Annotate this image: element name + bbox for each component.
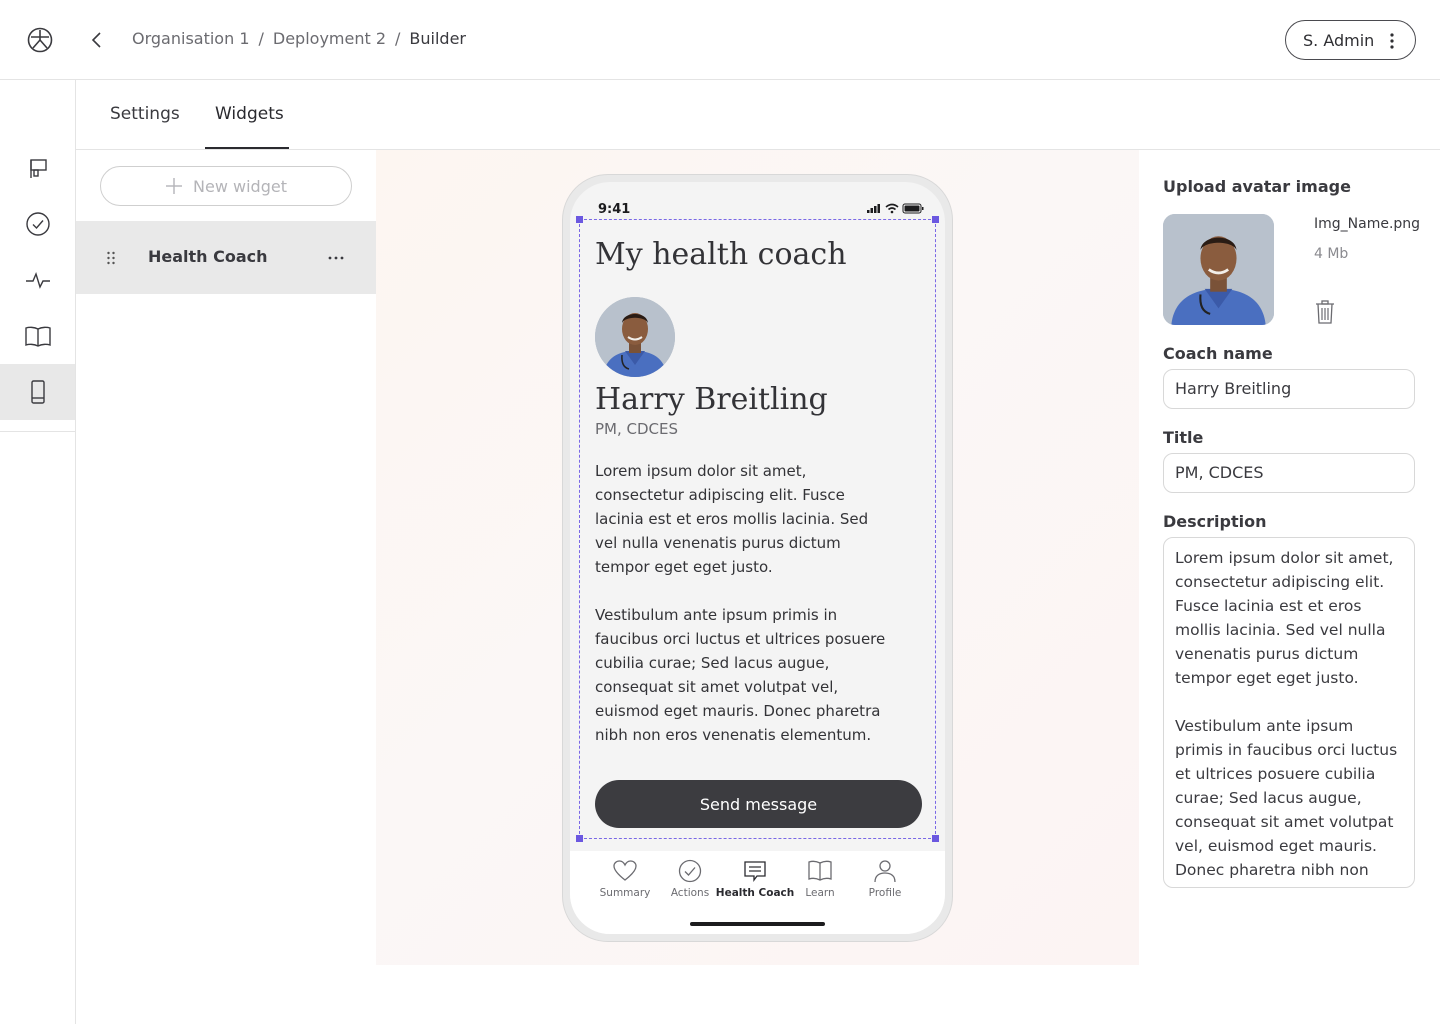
new-widget-button[interactable]: New widget [100,166,352,206]
chat-icon [744,861,766,882]
drag-handle-icon[interactable] [106,251,116,265]
mobile-phone-icon [30,380,45,404]
resize-handle[interactable] [932,216,939,223]
plus-icon [166,178,183,194]
preview-canvas: 9:41 My health coach Harry Breitling PM,… [376,150,1139,965]
breadcrumb-current: Builder [409,29,467,48]
coach-photo [1163,214,1274,325]
breadcrumb-organisation[interactable]: Organisation 1 [132,29,250,48]
phone-tab-bar: Summary Actions Health Coach Learn Profi… [570,851,945,934]
send-message-button[interactable]: Send message [595,780,922,828]
resize-handle[interactable] [576,216,583,223]
description-label: Description [1163,512,1267,531]
rail-item-app-builder[interactable] [0,364,75,420]
upload-avatar-label: Upload avatar image [1163,177,1351,196]
resize-handle[interactable] [576,835,583,842]
breadcrumb-deployment[interactable]: Deployment 2 [273,29,386,48]
nav-learn[interactable]: Learn [788,859,852,903]
nav-label: Actions [670,887,710,899]
coach-name-input[interactable]: Harry Breitling [1163,369,1415,409]
nav-summary[interactable]: Summary [593,859,657,903]
status-bar-icons [867,203,924,214]
check-circle-icon [678,859,702,883]
nav-label: Learn [805,887,835,899]
person-icon [874,860,896,883]
user-menu-button[interactable]: S. Admin [1285,20,1416,60]
top-bar: Organisation 1 / Deployment 2 / Builder … [0,0,1440,80]
rail-item-actions[interactable] [0,196,75,252]
left-rail [0,80,76,1024]
rail-item-board[interactable] [0,140,75,196]
tab-settings[interactable]: Settings [110,104,180,124]
nav-profile[interactable]: Profile [853,859,917,903]
nav-label: Summary [599,887,651,899]
nav-actions[interactable]: Actions [658,859,722,903]
new-widget-label: New widget [193,176,287,196]
nav-health-coach[interactable]: Health Coach [716,859,794,903]
status-bar-time: 9:41 [598,202,631,217]
back-arrow-icon[interactable] [86,28,108,52]
rail-item-learn[interactable] [0,308,75,364]
user-name: S. Admin [1303,30,1375,50]
check-circle-icon [25,212,50,236]
avatar-preview[interactable] [1163,214,1274,325]
kebab-menu-icon [1390,33,1394,49]
active-tab-indicator [205,147,289,149]
flag-board-icon [29,159,47,178]
coach-credentials: PM, CDCES [595,420,679,438]
widget-list-item[interactable]: Health Coach [76,221,376,294]
tab-widgets[interactable]: Widgets [215,104,284,124]
widget-item-label: Health Coach [148,247,268,266]
coach-name-label: Coach name [1163,344,1273,363]
widget-heading: My health coach [595,237,847,272]
more-options-icon[interactable] [328,256,344,260]
resize-handle[interactable] [932,835,939,842]
accessibility-logo-icon[interactable] [27,27,53,53]
title-label: Title [1163,428,1204,447]
title-input[interactable]: PM, CDCES [1163,453,1415,493]
description-textarea[interactable]: Lorem ipsum dolor sit amet, consectetur … [1163,537,1415,888]
phone-screen: 9:41 My health coach Harry Breitling PM,… [570,182,945,934]
breadcrumb: Organisation 1 / Deployment 2 / Builder [132,29,466,48]
nav-label: Profile [868,887,902,899]
book-icon [808,860,832,881]
rail-divider [0,431,75,432]
heart-icon [613,860,637,881]
phone-frame: 9:41 My health coach Harry Breitling PM,… [562,174,953,942]
rail-item-vitals[interactable] [0,252,75,308]
pulse-icon [25,271,50,289]
nav-label: Health Coach [715,887,795,899]
coach-avatar [595,297,675,377]
home-indicator [690,922,825,926]
tab-bar: Settings Widgets [76,80,1440,150]
trash-icon[interactable] [1314,300,1336,324]
book-icon [24,326,51,347]
properties-panel: Upload avatar image Img_Name.png 4 Mb Co… [1139,150,1440,1024]
breadcrumb-separator: / [258,29,264,48]
coach-description: Lorem ipsum dolor sit amet, consectetur … [595,462,886,744]
widget-list-panel: New widget Health Coach [76,150,376,1024]
breadcrumb-separator: / [395,29,401,48]
coach-name: Harry Breitling [595,382,828,417]
file-name: Img_Name.png [1314,216,1421,232]
coach-photo [595,297,675,377]
file-size: 4 Mb [1314,246,1349,262]
